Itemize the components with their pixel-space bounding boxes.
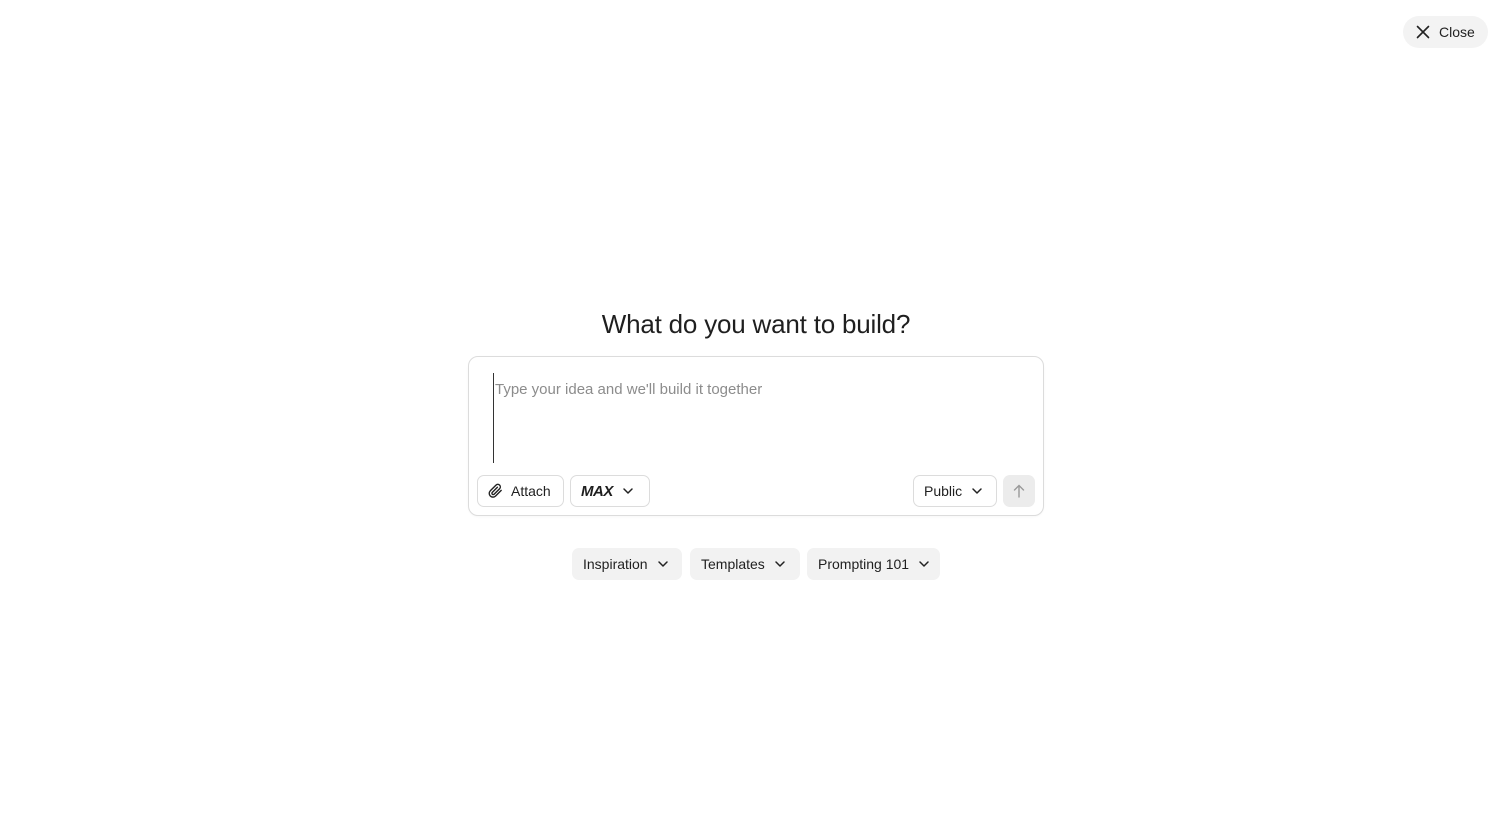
templates-label: Templates bbox=[701, 556, 765, 572]
arrow-up-icon bbox=[1013, 484, 1025, 498]
chevron-down-icon bbox=[657, 558, 669, 570]
inspiration-dropdown[interactable]: Inspiration bbox=[572, 548, 682, 580]
visibility-select[interactable]: Public bbox=[913, 475, 997, 507]
paperclip-icon bbox=[488, 483, 504, 499]
close-button[interactable]: Close bbox=[1403, 16, 1488, 48]
attach-label: Attach bbox=[511, 483, 551, 499]
templates-dropdown[interactable]: Templates bbox=[690, 548, 800, 580]
inspiration-label: Inspiration bbox=[583, 556, 648, 572]
close-icon bbox=[1416, 25, 1430, 39]
chevron-down-icon bbox=[774, 558, 786, 570]
chevron-down-icon bbox=[971, 485, 983, 497]
prompt-input[interactable] bbox=[493, 373, 1021, 463]
page-title: What do you want to build? bbox=[601, 309, 911, 339]
model-select[interactable]: MAX bbox=[570, 475, 650, 507]
model-selected-value: MAX bbox=[581, 482, 613, 500]
attach-button[interactable]: Attach bbox=[477, 475, 564, 507]
send-button[interactable] bbox=[1003, 475, 1035, 507]
chevron-down-icon bbox=[918, 558, 930, 570]
prompting-101-label: Prompting 101 bbox=[818, 556, 910, 572]
close-button-label: Close bbox=[1439, 24, 1475, 40]
visibility-selected-value: Public bbox=[924, 483, 963, 499]
chevron-down-icon bbox=[622, 485, 634, 497]
prompt-composer: Attach MAX Public bbox=[468, 356, 1044, 516]
prompting-101-dropdown[interactable]: Prompting 101 bbox=[807, 548, 940, 580]
new-project-page: Close What do you want to build? Attach … bbox=[0, 0, 1512, 814]
